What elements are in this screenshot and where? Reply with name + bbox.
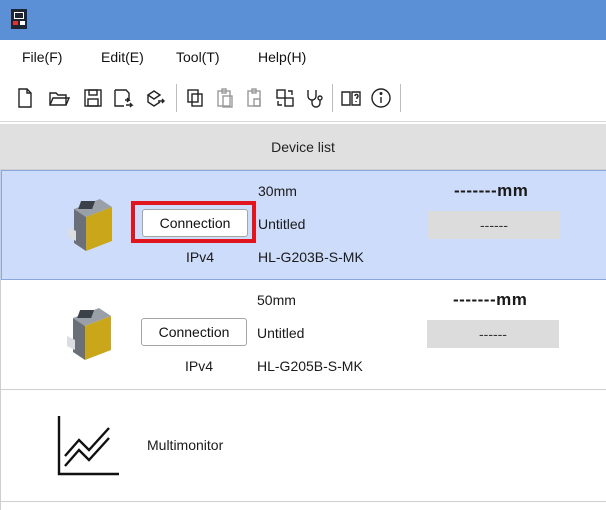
multimonitor-chart-icon xyxy=(57,416,119,476)
device-range: 30mm xyxy=(258,183,297,199)
new-file-icon[interactable] xyxy=(12,85,38,111)
title-bar xyxy=(0,0,606,40)
export-icon[interactable] xyxy=(142,85,168,111)
multimonitor-label: Multimonitor xyxy=(147,437,224,453)
device-model: HL-G205B-S-MK xyxy=(257,358,363,374)
compare-icon[interactable] xyxy=(272,85,298,111)
menu-tool[interactable]: Tool(T) xyxy=(176,49,220,65)
measurement-value: -------mm xyxy=(453,290,528,309)
manual-icon[interactable] xyxy=(338,85,364,111)
paste-icon[interactable] xyxy=(212,85,238,111)
measurement-value: -------mm xyxy=(454,181,529,200)
status-value: ------ xyxy=(427,320,559,348)
menu-help[interactable]: Help(H) xyxy=(258,49,306,65)
device-list: Connection 30mm Untitled IPv4 HL-G203B-S… xyxy=(0,170,606,510)
save-icon[interactable] xyxy=(80,85,106,111)
sensor-icon xyxy=(68,199,112,251)
device-protocol: IPv4 xyxy=(186,249,215,265)
toolbar xyxy=(0,76,606,122)
status-value: ------ xyxy=(428,211,560,239)
app-icon xyxy=(11,9,27,29)
menu-bar: File(F) Edit(E) Tool(T) Help(H) xyxy=(0,40,606,76)
menu-file[interactable]: File(F) xyxy=(22,49,62,65)
diagnose-icon[interactable] xyxy=(302,85,328,111)
copy-icon[interactable] xyxy=(182,85,208,111)
info-icon[interactable] xyxy=(368,85,394,111)
device-list-header: Device list xyxy=(0,124,606,170)
multimonitor-row[interactable]: Multimonitor xyxy=(1,390,606,502)
paste-special-icon[interactable] xyxy=(242,85,268,111)
device-protocol: IPv4 xyxy=(185,358,214,374)
sensor-icon xyxy=(67,308,111,360)
device-model: HL-G203B-S-MK xyxy=(258,249,364,265)
connection-button[interactable]: Connection xyxy=(141,318,247,346)
device-row[interactable]: Connection 30mm Untitled IPv4 HL-G203B-S… xyxy=(1,170,606,280)
device-name: Untitled xyxy=(257,325,305,341)
device-name: Untitled xyxy=(258,216,306,232)
menu-edit[interactable]: Edit(E) xyxy=(101,49,144,65)
save-as-icon[interactable] xyxy=(110,85,136,111)
connection-button-highlight xyxy=(131,201,256,243)
device-range: 50mm xyxy=(257,292,296,308)
open-folder-icon[interactable] xyxy=(46,85,72,111)
device-row[interactable]: Connection 50mm Untitled IPv4 HL-G205B-S… xyxy=(1,280,606,390)
